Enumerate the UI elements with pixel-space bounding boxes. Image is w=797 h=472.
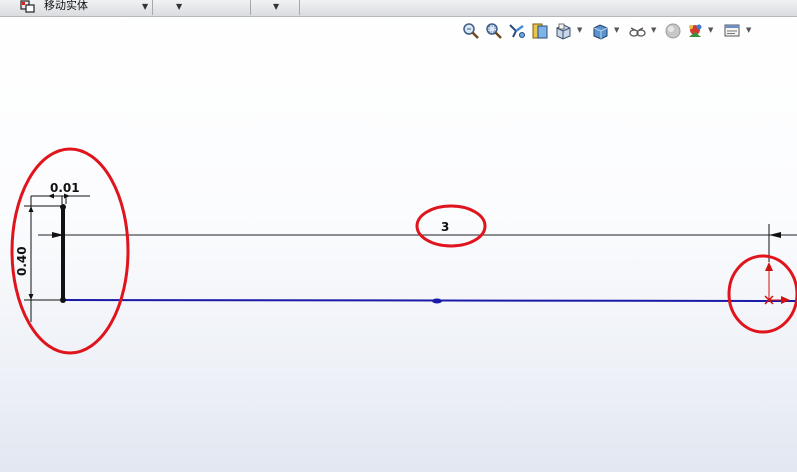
sketch-centerline[interactable] [63,299,797,302]
height-dimension[interactable]: 0.40 [15,196,62,322]
annotation-circle-left [10,147,130,355]
sketch-endpoint[interactable] [60,204,66,210]
annotation-circle-origin [727,254,797,334]
height-dimension-value[interactable]: 0.40 [15,246,29,276]
width-dimension-value[interactable]: 0.01 [50,181,80,195]
annotation-circle-dimension [415,204,487,248]
width-dimension[interactable]: 0.01 [31,181,90,204]
sketch-rectangle[interactable] [61,206,65,300]
length-dimension-value[interactable]: 3 [441,220,449,234]
sketch-geometry[interactable] [60,204,797,304]
sketch-endpoint[interactable] [60,297,66,303]
annotation-highlights [10,147,797,355]
sketch-graphics-area[interactable]: 0.01 0.40 3 [0,0,797,472]
midpoint-marker[interactable] [432,298,442,304]
